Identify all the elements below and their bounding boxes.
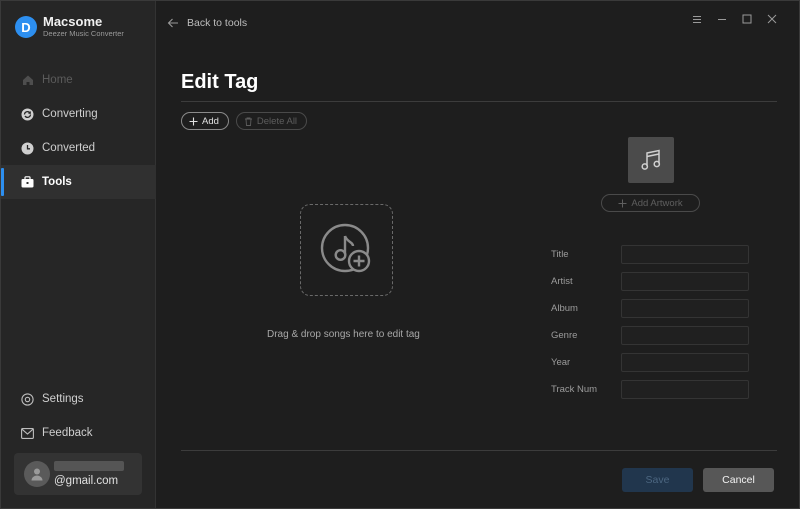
user-avatar-icon [24, 461, 50, 487]
sidebar-item-settings[interactable]: Settings [1, 382, 156, 416]
music-add-icon [320, 223, 370, 273]
field-label: Track Num [551, 384, 598, 395]
back-label: Back to tools [187, 17, 248, 29]
plus-icon [189, 117, 198, 125]
artwork-placeholder [628, 137, 674, 183]
user-account-card[interactable]: @gmail.com [14, 453, 142, 495]
delete-all-button[interactable]: Delete All [235, 112, 308, 130]
converting-icon [21, 108, 34, 121]
toolbox-icon [21, 176, 34, 189]
trash-icon [244, 117, 252, 126]
field-label: Year [551, 357, 571, 368]
drop-hint-text: Drag & drop songs here to edit tag [267, 329, 420, 340]
user-email: @gmail.com [54, 475, 119, 487]
sidebar-item-label: Feedback [42, 427, 93, 439]
sidebar-item-label: Converted [42, 142, 96, 154]
deezer-logo-icon: D [15, 16, 37, 38]
sidebar-item-feedback[interactable]: Feedback [1, 416, 156, 450]
add-button[interactable]: Add [181, 112, 229, 130]
close-icon[interactable] [759, 12, 784, 26]
sidebar-item-label: Tools [42, 176, 72, 188]
title-divider [181, 101, 777, 102]
page-title: Edit Tag [181, 71, 259, 93]
cancel-button[interactable]: Cancel [703, 468, 774, 492]
sidebar-item-converting[interactable]: Converting [1, 97, 156, 131]
track-num-input[interactable] [621, 380, 749, 399]
field-label: Genre [551, 330, 578, 341]
drop-zone[interactable] [300, 204, 393, 296]
sidebar-item-label: Converting [42, 108, 98, 120]
sidebar-item-home[interactable]: Home [1, 63, 156, 97]
field-row-track-num: Track Num [551, 376, 751, 403]
minimize-icon[interactable] [709, 12, 734, 26]
home-icon [21, 74, 34, 87]
window-controls [684, 12, 784, 26]
menu-icon[interactable] [684, 12, 709, 26]
brand-name: Macsome [43, 14, 103, 29]
redacted-username [54, 461, 124, 471]
field-row-title: Title [551, 241, 751, 268]
field-label: Title [551, 249, 569, 260]
back-to-tools-link[interactable]: Back to tools [167, 17, 247, 29]
title-input[interactable] [621, 245, 749, 264]
gear-icon [21, 392, 34, 406]
maximize-icon[interactable] [734, 12, 759, 26]
sidebar-item-tools[interactable]: Tools [1, 165, 156, 199]
field-row-artist: Artist [551, 268, 751, 295]
tag-toolbar: Add Delete All [181, 112, 314, 130]
sidebar-item-label: Home [42, 74, 73, 86]
sidebar-nav: Home Converting Converted Tools [1, 63, 156, 199]
year-input[interactable] [621, 353, 749, 372]
field-row-year: Year [551, 349, 751, 376]
app-window: D Macsome Deezer Music Converter Home Co… [0, 0, 800, 509]
album-input[interactable] [621, 299, 749, 318]
arrow-left-icon [167, 18, 178, 28]
add-artwork-button[interactable]: Add Artwork [601, 194, 700, 212]
sidebar-item-label: Settings [42, 393, 84, 405]
save-button[interactable]: Save [622, 468, 693, 492]
sidebar-bottom-nav: Settings Feedback [1, 382, 156, 450]
plus-icon [618, 199, 627, 207]
field-label: Artist [551, 276, 573, 287]
artist-input[interactable] [621, 272, 749, 291]
sidebar-item-converted[interactable]: Converted [1, 131, 156, 165]
top-bar: Back to tools [157, 1, 800, 47]
clock-icon [21, 142, 34, 155]
footer-divider [181, 450, 777, 451]
mail-icon [21, 427, 34, 440]
field-label: Album [551, 303, 578, 314]
main-panel: Back to tools Edit Tag Add Delete All Dr… [157, 1, 800, 508]
field-row-genre: Genre [551, 322, 751, 349]
music-note-icon [641, 149, 661, 170]
genre-input[interactable] [621, 326, 749, 345]
brand-subtitle: Deezer Music Converter [43, 29, 124, 38]
field-row-album: Album [551, 295, 751, 322]
tag-fields: Title Artist Album Genre Year Track Num [551, 241, 751, 403]
sidebar: D Macsome Deezer Music Converter Home Co… [1, 1, 156, 508]
brand: D Macsome Deezer Music Converter [15, 15, 124, 39]
